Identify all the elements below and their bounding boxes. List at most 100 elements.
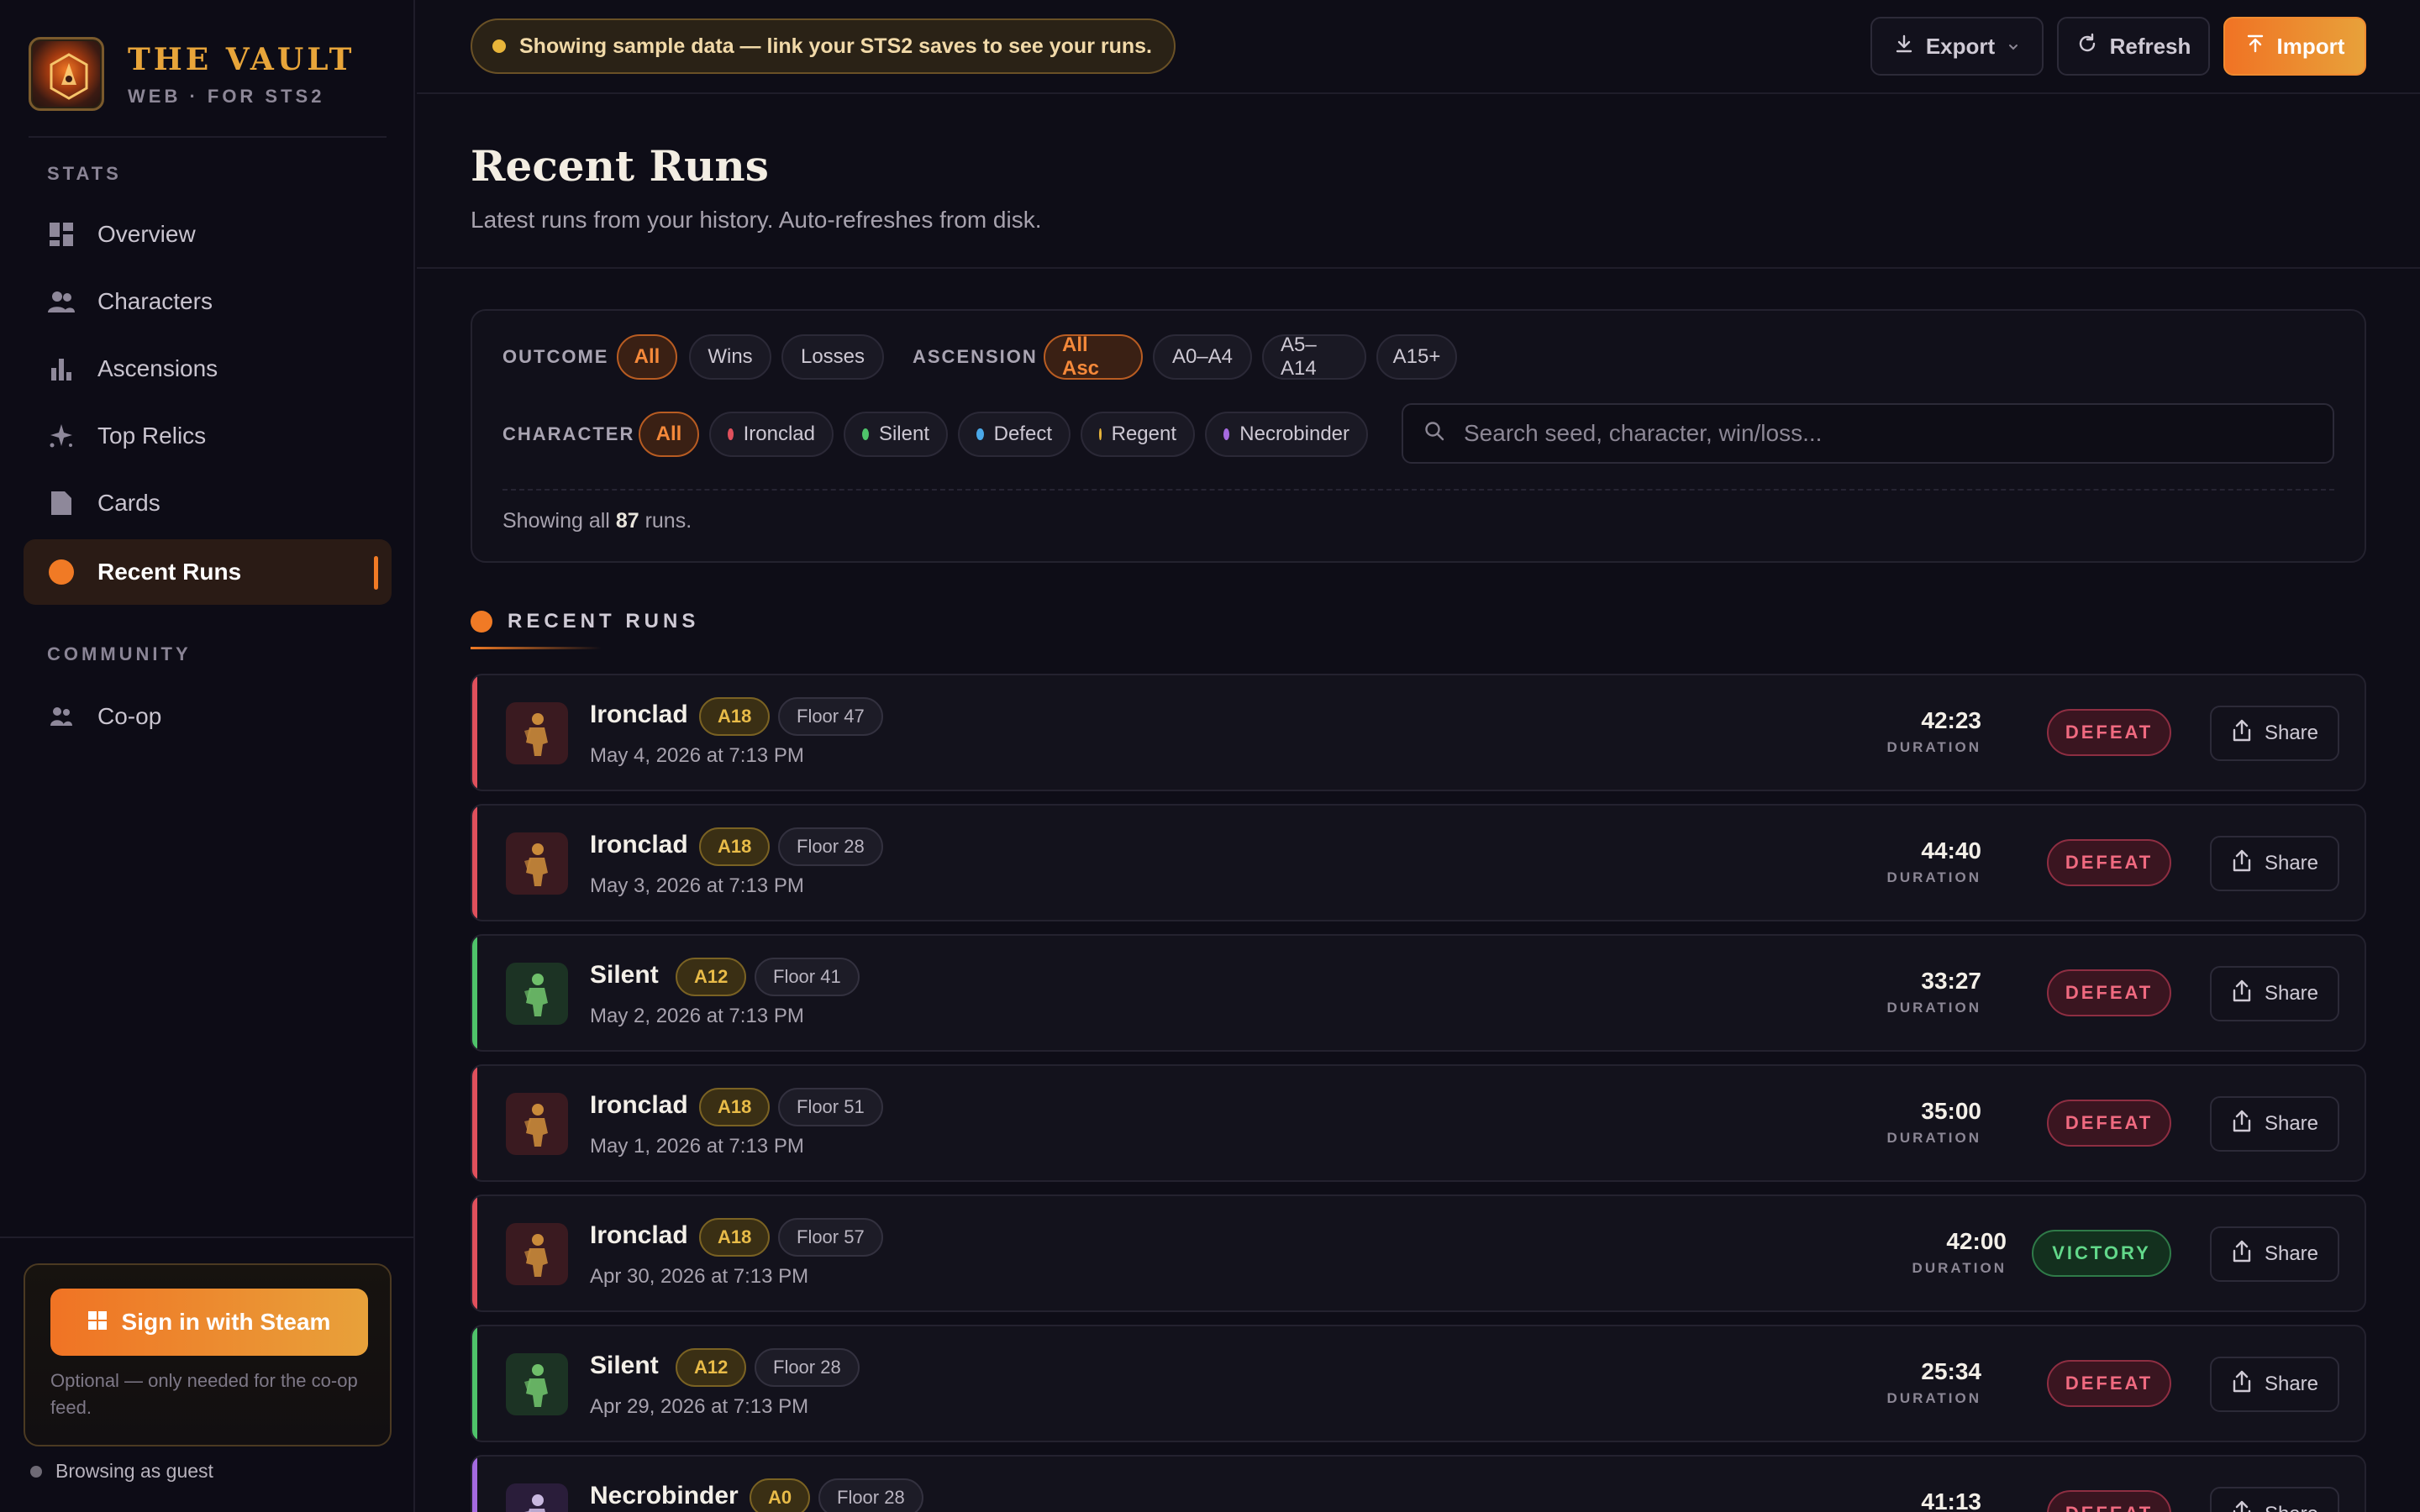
ascension-chip-all[interactable]: All Asc [1044,333,1143,380]
duration-value: 33:27 [1921,968,1981,994]
sidebar-item-label: Top Relics [97,423,207,449]
run-row[interactable]: Silent A12 Floor 41 May 2, 2026 at 7:13 … [471,934,2366,1052]
vault-logo-icon [29,37,104,111]
sidebar-item-label: Ascensions [97,355,218,381]
character-color-bar [472,1196,477,1310]
share-button[interactable]: Share [2210,1096,2339,1152]
result-badge: DEFEAT [2047,1100,2171,1147]
ironclad-dot-icon [728,428,734,440]
floor-badge: Floor 41 [755,958,860,996]
share-button[interactable]: Share [2210,1487,2339,1512]
results-count: Showing all 87 runs. [502,509,692,533]
ascension-filter-label: ASCENSION [913,346,1038,367]
notice-text: Showing sample data — link your STS2 sav… [519,34,1153,58]
run-character-name: Silent [590,1352,659,1379]
character-color-bar [472,675,477,790]
refresh-label: Refresh [2109,33,2191,59]
sidebar-item-characters[interactable]: Characters [24,269,392,334]
duration-value: 42:23 [1921,707,1981,733]
steam-signin-button[interactable]: Sign in with Steam [50,1289,368,1356]
ascension-chip-a0-a4[interactable]: A0–A4 [1153,334,1252,380]
character-avatar-icon [506,1353,568,1415]
run-date: Apr 29, 2026 at 7:13 PM [590,1395,809,1418]
sidebar-item-ascensions[interactable]: Ascensions [24,336,392,402]
floor-badge: Floor 51 [778,1088,883,1126]
chevron-down-icon [2007,34,2020,60]
recent-runs-heading: RECENT RUNS [471,610,699,633]
brand-title: THE VAULT [128,42,355,77]
run-duration: 42:00 DURATION [1912,1228,2007,1277]
signin-note: Optional — only needed for the co-op fee… [50,1370,358,1418]
share-icon [2231,849,2253,879]
duration-label: DURATION [1886,869,1981,885]
run-date: May 1, 2026 at 7:13 PM [590,1135,804,1158]
run-row[interactable]: Silent A12 Floor 28 Apr 29, 2026 at 7:13… [471,1325,2366,1442]
outcome-chip-all[interactable]: All [617,334,677,380]
run-character-name: Ironclad [590,1091,688,1119]
share-button[interactable]: Share [2210,1226,2339,1282]
ascension-chip-a5-a14[interactable]: A5–A14 [1262,333,1366,380]
silent-dot-icon [862,428,869,440]
character-chip-all[interactable]: All [639,412,699,457]
run-row[interactable]: Necrobinder A0 Floor 28 41:13 DURATION D… [471,1455,2366,1512]
share-button[interactable]: Share [2210,966,2339,1021]
share-button[interactable]: Share [2210,836,2339,891]
sidebar-item-recent-runs[interactable]: Recent Runs [24,539,392,605]
share-button[interactable]: Share [2210,1357,2339,1412]
steam-signin-label: Sign in with Steam [121,1309,331,1335]
duration-value: 35:00 [1921,1098,1981,1124]
character-chip-regent[interactable]: Regent [1081,412,1195,457]
search-input[interactable]: Search seed, character, win/loss... [1402,403,2334,464]
brand[interactable]: THE VAULT WEB · FOR STS2 [29,35,381,114]
duration-label: DURATION [1886,1390,1981,1406]
share-label: Share [2264,722,2319,744]
outcome-chip-losses[interactable]: Losses [781,334,884,380]
character-chip-defect[interactable]: Defect [958,412,1071,457]
divider [417,267,2420,269]
chip-label: Defect [993,423,1052,445]
import-button[interactable]: Import [2223,17,2366,76]
duration-value: 44:40 [1921,837,1981,864]
export-button[interactable]: Export [1870,17,2044,76]
sidebar-item-top-relics[interactable]: Top Relics [24,403,392,469]
character-chip-necrobinder[interactable]: Necrobinder [1205,412,1368,457]
nav-section-community: COMMUNITY [47,643,192,664]
refresh-button[interactable]: Refresh [2057,17,2210,76]
defect-dot-icon [976,428,984,440]
floor-badge: Floor 57 [778,1218,883,1257]
results-number: 87 [615,509,639,533]
character-chip-ironclad[interactable]: Ironclad [709,412,834,457]
character-chip-silent[interactable]: Silent [844,412,948,457]
floor-badge: Floor 47 [778,697,883,736]
brand-subtitle: WEB · FOR STS2 [128,86,325,107]
sidebar-item-overview[interactable]: Overview [24,202,392,267]
page-title: Recent Runs [471,141,769,191]
ascension-badge: A18 [699,827,771,866]
run-row[interactable]: Ironclad A18 Floor 28 May 3, 2026 at 7:1… [471,804,2366,921]
character-color-bar [472,1326,477,1441]
run-row[interactable]: Ironclad A18 Floor 57 Apr 30, 2026 at 7:… [471,1194,2366,1312]
divider [0,1236,415,1238]
character-color-bar [472,806,477,920]
result-badge: DEFEAT [2047,969,2171,1016]
result-badge: DEFEAT [2047,1490,2171,1512]
floor-badge: Floor 28 [778,827,883,866]
windows-icon [87,1309,107,1336]
share-icon [2231,719,2253,748]
character-avatar-icon [506,832,568,895]
export-label: Export [1925,33,1996,59]
run-duration: 25:34 DURATION [1887,1358,1981,1407]
run-row[interactable]: Ironclad A18 Floor 51 May 1, 2026 at 7:1… [471,1064,2366,1182]
run-row[interactable]: Ironclad A18 Floor 47 May 4, 2026 at 7:1… [471,674,2366,791]
share-label: Share [2264,1242,2319,1265]
share-button[interactable]: Share [2210,706,2339,761]
run-date: May 4, 2026 at 7:13 PM [590,744,804,767]
sparkle-icon [47,422,76,450]
sidebar-item-cards[interactable]: Cards [24,470,392,536]
result-badge: VICTORY [2032,1230,2171,1277]
topbar: Showing sample data — link your STS2 sav… [417,0,2420,94]
ascension-chip-a15-plus[interactable]: A15+ [1376,334,1457,380]
outcome-chip-wins[interactable]: Wins [689,334,771,380]
character-avatar-icon [506,1223,568,1285]
sidebar-item-coop[interactable]: Co-op [24,684,392,749]
